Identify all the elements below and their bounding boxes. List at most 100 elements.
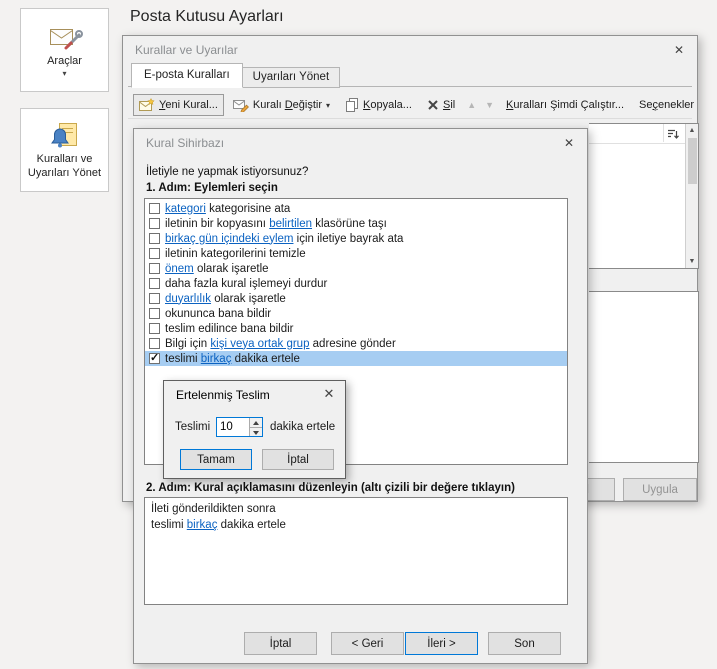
action-text: daha fazla kural işlemeyi durdur	[165, 278, 327, 290]
defer-cancel-button[interactable]: İptal	[262, 449, 334, 470]
scroll-down-icon[interactable]: ▼	[686, 255, 698, 268]
deferred-delivery-dialog: Ertelenmiş Teslim ✕ Teslimi dakika ertel…	[163, 380, 346, 479]
copy-icon	[345, 98, 359, 112]
action-row[interactable]: iletinin kategorilerini temizle	[145, 246, 567, 261]
step1-label: 1. Adım: Eylemleri seçin	[146, 182, 278, 194]
action-row-selected[interactable]: teslimi birkaç dakika ertele	[145, 351, 567, 366]
action-row[interactable]: iletinin bir kopyasını belirtilen klasör…	[145, 216, 567, 231]
change-rule-icon	[233, 98, 249, 112]
checkbox-unchecked[interactable]	[149, 263, 160, 274]
options-label: Seçenekler	[639, 99, 694, 111]
action-link[interactable]: kişi veya ortak grup	[210, 338, 309, 350]
action-row[interactable]: duyarlılık olarak işaretle	[145, 291, 567, 306]
tools-button[interactable]: Araçlar ▾	[20, 8, 109, 92]
wizard-question: İletiyle ne yapmak istiyorsunuz?	[146, 166, 308, 178]
spinner-down-icon[interactable]	[250, 427, 262, 437]
action-link[interactable]: birkaç gün içindeki eylem	[165, 233, 293, 245]
rules-apply-button: Uygula	[623, 478, 697, 501]
action-text: teslim edilince bana bildir	[165, 323, 293, 335]
description-link[interactable]: birkaç	[187, 519, 218, 531]
action-text: kategori kategorisine ata	[165, 203, 290, 215]
rules-alerts-dialog-title: Kurallar ve Uyarılar	[135, 43, 238, 57]
checkbox-unchecked[interactable]	[149, 203, 160, 214]
close-icon[interactable]: ✕	[560, 135, 578, 151]
minutes-input[interactable]	[217, 418, 249, 436]
change-rule-button[interactable]: Kuralı Değiştir ▾	[227, 94, 336, 116]
action-link[interactable]: belirtilen	[269, 218, 312, 230]
action-text: önem olarak işaretle	[165, 263, 269, 275]
checkbox-unchecked[interactable]	[149, 218, 160, 229]
run-rules-now-button[interactable]: Kuralları Şimdi Çalıştır...	[500, 95, 630, 115]
action-row[interactable]: kategori kategorisine ata	[145, 201, 567, 216]
action-row[interactable]: okununca bana bildir	[145, 306, 567, 321]
sort-icon	[666, 127, 680, 141]
wizard-finish-button[interactable]: Son	[488, 632, 561, 655]
rules-list	[589, 123, 699, 269]
defer-ok-button[interactable]: Tamam	[180, 449, 252, 470]
checkbox-unchecked[interactable]	[149, 278, 160, 289]
delete-rule-label: Sil	[443, 99, 455, 111]
move-rule-up-icon[interactable]: ▲	[464, 100, 479, 110]
outlook-mailbox-settings-screen: Posta Kutusu Ayarları Araçlar ▾ Kura	[0, 0, 717, 669]
tab-strip: E-posta Kuralları Uyarıları Yönet	[131, 63, 339, 88]
action-text: Bilgi için kişi veya ortak grup adresine…	[165, 338, 396, 350]
action-row[interactable]: teslim edilince bana bildir	[145, 321, 567, 336]
scroll-up-icon[interactable]: ▲	[686, 124, 698, 137]
checkbox-unchecked[interactable]	[149, 308, 160, 319]
defer-suffix-label: dakika ertele	[270, 421, 335, 433]
description-line: İleti gönderildikten sonra	[151, 501, 561, 517]
checkbox-checked[interactable]	[149, 353, 160, 364]
toolbar-separator	[128, 118, 692, 119]
action-link[interactable]: birkaç	[201, 353, 232, 365]
action-row[interactable]: birkaç gün içindeki eylem için iletiye b…	[145, 231, 567, 246]
wizard-next-button[interactable]: İleri >	[405, 632, 478, 655]
action-text: teslimi birkaç dakika ertele	[165, 353, 300, 365]
rules-list-scrollbar[interactable]: ▲ ▼	[685, 124, 698, 268]
copy-rule-label: Kopyala...	[363, 99, 412, 111]
close-icon[interactable]: ✕	[320, 386, 338, 402]
minutes-stepper	[216, 417, 263, 437]
checkbox-unchecked[interactable]	[149, 233, 160, 244]
new-rule-button[interactable]: Yeni Kural...	[133, 94, 224, 116]
tools-icon	[47, 22, 83, 52]
column-divider	[663, 124, 664, 142]
checkbox-unchecked[interactable]	[149, 338, 160, 349]
rules-alerts-icon	[48, 120, 82, 150]
action-text: iletinin kategorilerini temizle	[165, 248, 306, 260]
wizard-back-button[interactable]: < Geri	[331, 632, 404, 655]
scrollbar-thumb[interactable]	[688, 138, 697, 184]
action-row[interactable]: önem olarak işaretle	[145, 261, 567, 276]
rules-list-header[interactable]	[589, 124, 698, 144]
copy-rule-button[interactable]: Kopyala...	[339, 94, 418, 116]
action-text: birkaç gün içindeki eylem için iletiye b…	[165, 233, 403, 245]
wizard-cancel-button[interactable]: İptal	[244, 632, 317, 655]
action-text: duyarlılık olarak işaretle	[165, 293, 286, 305]
spinner-up-icon[interactable]	[250, 418, 262, 427]
action-link[interactable]: önem	[165, 263, 194, 275]
action-row[interactable]: Bilgi için kişi veya ortak grup adresine…	[145, 336, 567, 351]
tab-manage-alerts[interactable]: Uyarıları Yönet	[242, 67, 341, 88]
change-rule-label: Kuralı Değiştir	[253, 99, 322, 111]
deferred-delivery-title: Ertelenmiş Teslim	[176, 388, 270, 402]
rule-description-box[interactable]: İleti gönderildikten sonra teslimi birka…	[144, 497, 568, 605]
chevron-down-icon: ▾	[62, 70, 66, 78]
move-rule-down-icon[interactable]: ▼	[482, 100, 497, 110]
close-icon[interactable]: ✕	[670, 42, 688, 58]
options-button[interactable]: Seçenekler	[633, 95, 700, 115]
tab-email-rules[interactable]: E-posta Kuralları	[131, 63, 243, 88]
delete-rule-button[interactable]: Sil	[421, 95, 461, 115]
action-text: okununca bana bildir	[165, 308, 271, 320]
defer-field-label: Teslimi	[175, 421, 210, 433]
rules-toolbar: Yeni Kural... Kuralı Değiştir ▾	[133, 93, 689, 117]
manage-rules-button[interactable]: Kuralları ve Uyarıları Yönet	[20, 108, 109, 192]
checkbox-unchecked[interactable]	[149, 323, 160, 334]
checkbox-unchecked[interactable]	[149, 293, 160, 304]
action-link[interactable]: kategori	[165, 203, 206, 215]
checkbox-unchecked[interactable]	[149, 248, 160, 259]
action-row[interactable]: daha fazla kural işlemeyi durdur	[145, 276, 567, 291]
rule-wizard-dialog: Kural Sihirbazı ✕ İletiyle ne yapmak ist…	[133, 128, 588, 664]
tools-button-label: Araçlar	[43, 54, 86, 68]
action-link[interactable]: duyarlılık	[165, 293, 211, 305]
action-text: iletinin bir kopyasını belirtilen klasör…	[165, 218, 387, 230]
chevron-down-icon: ▾	[326, 101, 330, 110]
